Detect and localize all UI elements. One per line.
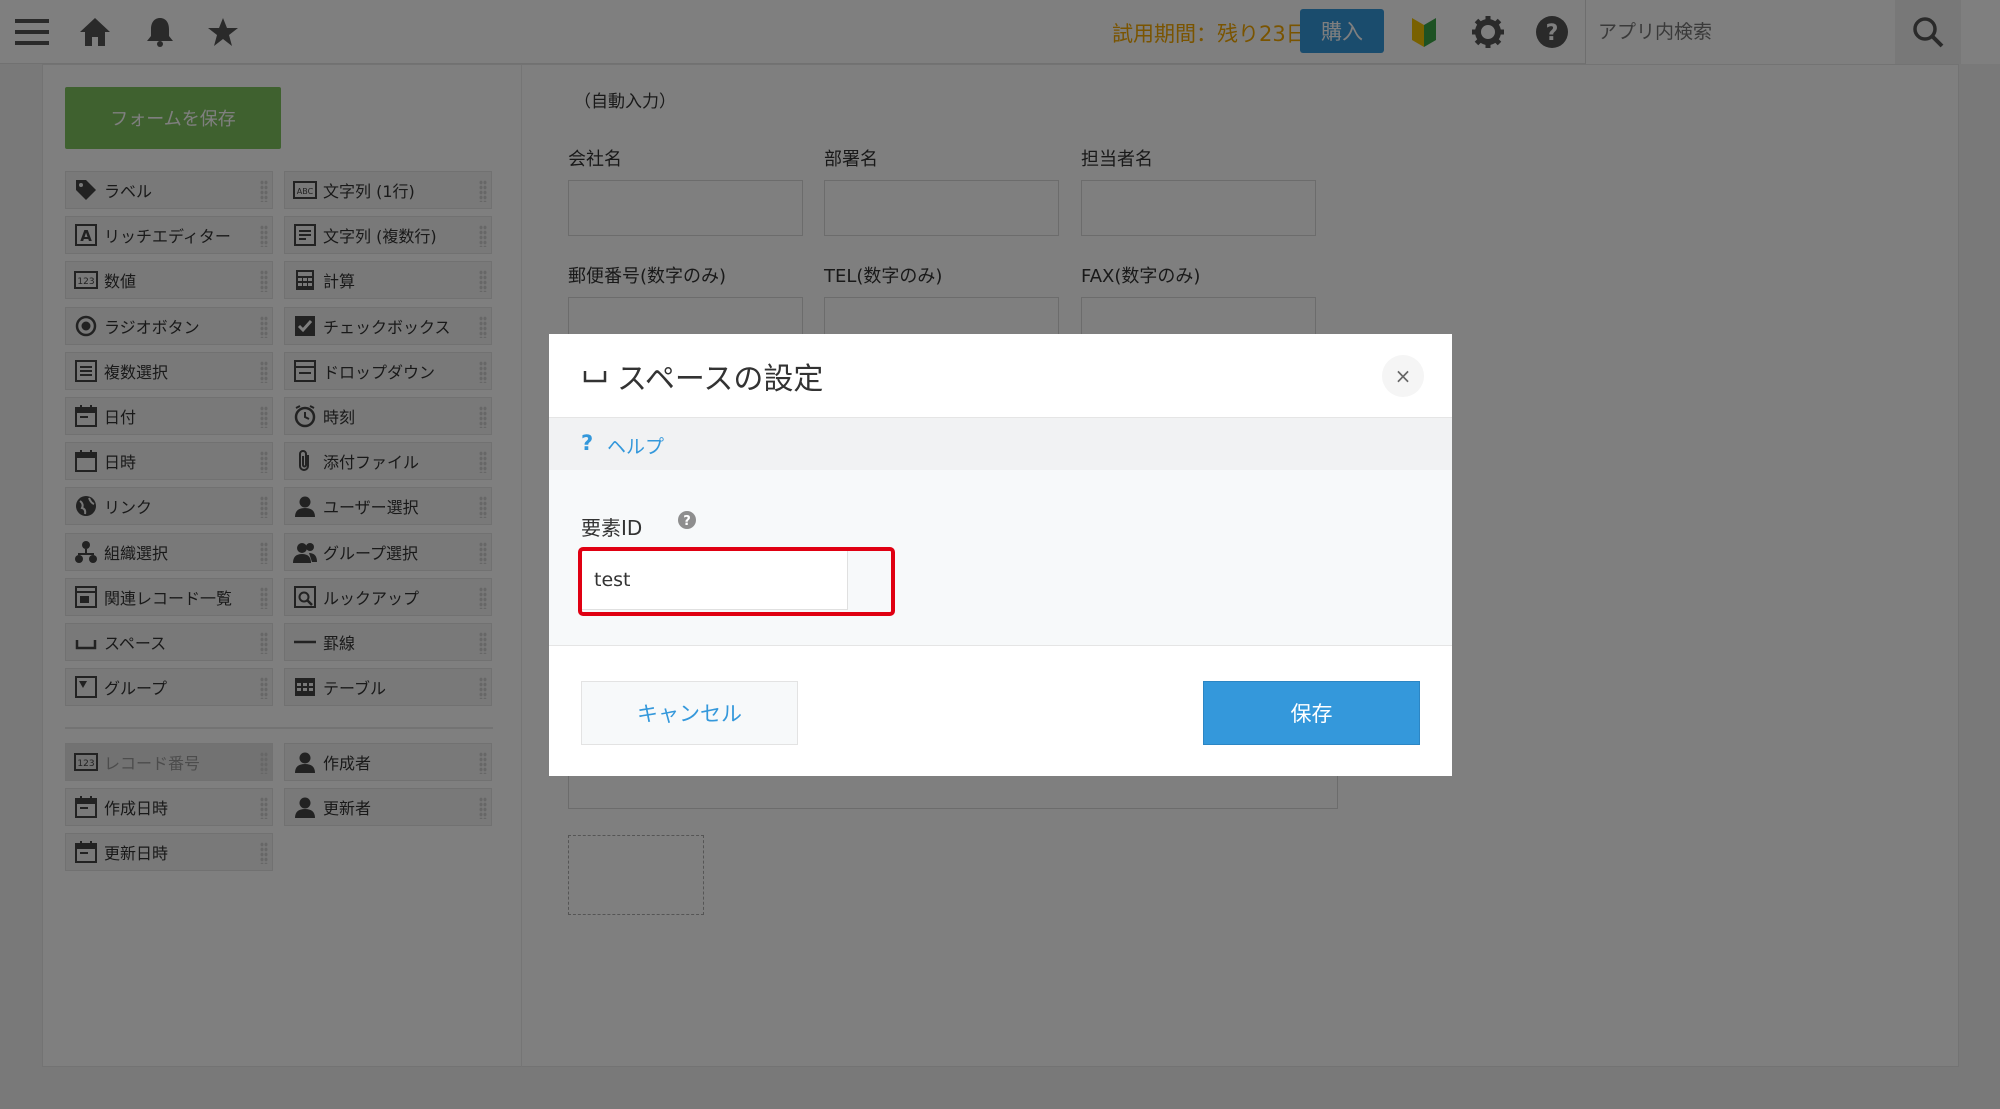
input-highlight-annotation <box>578 547 895 616</box>
question-icon: ? <box>581 431 594 455</box>
dialog-title: スペースの設定 <box>617 362 824 397</box>
save-button[interactable]: 保存 <box>1203 681 1420 745</box>
cancel-button[interactable]: キャンセル <box>581 681 798 745</box>
space-icon <box>583 368 607 388</box>
dialog-header: スペースの設定 × <box>549 334 1452 418</box>
svg-text:?: ? <box>683 514 691 529</box>
element-id-help-icon[interactable]: ? <box>677 510 697 534</box>
help-link-label[interactable]: ヘルプ <box>607 432 664 459</box>
help-link[interactable]: ? ヘルプ <box>549 418 1452 470</box>
close-button[interactable]: × <box>1382 355 1424 397</box>
element-id-label: 要素ID <box>581 516 643 540</box>
